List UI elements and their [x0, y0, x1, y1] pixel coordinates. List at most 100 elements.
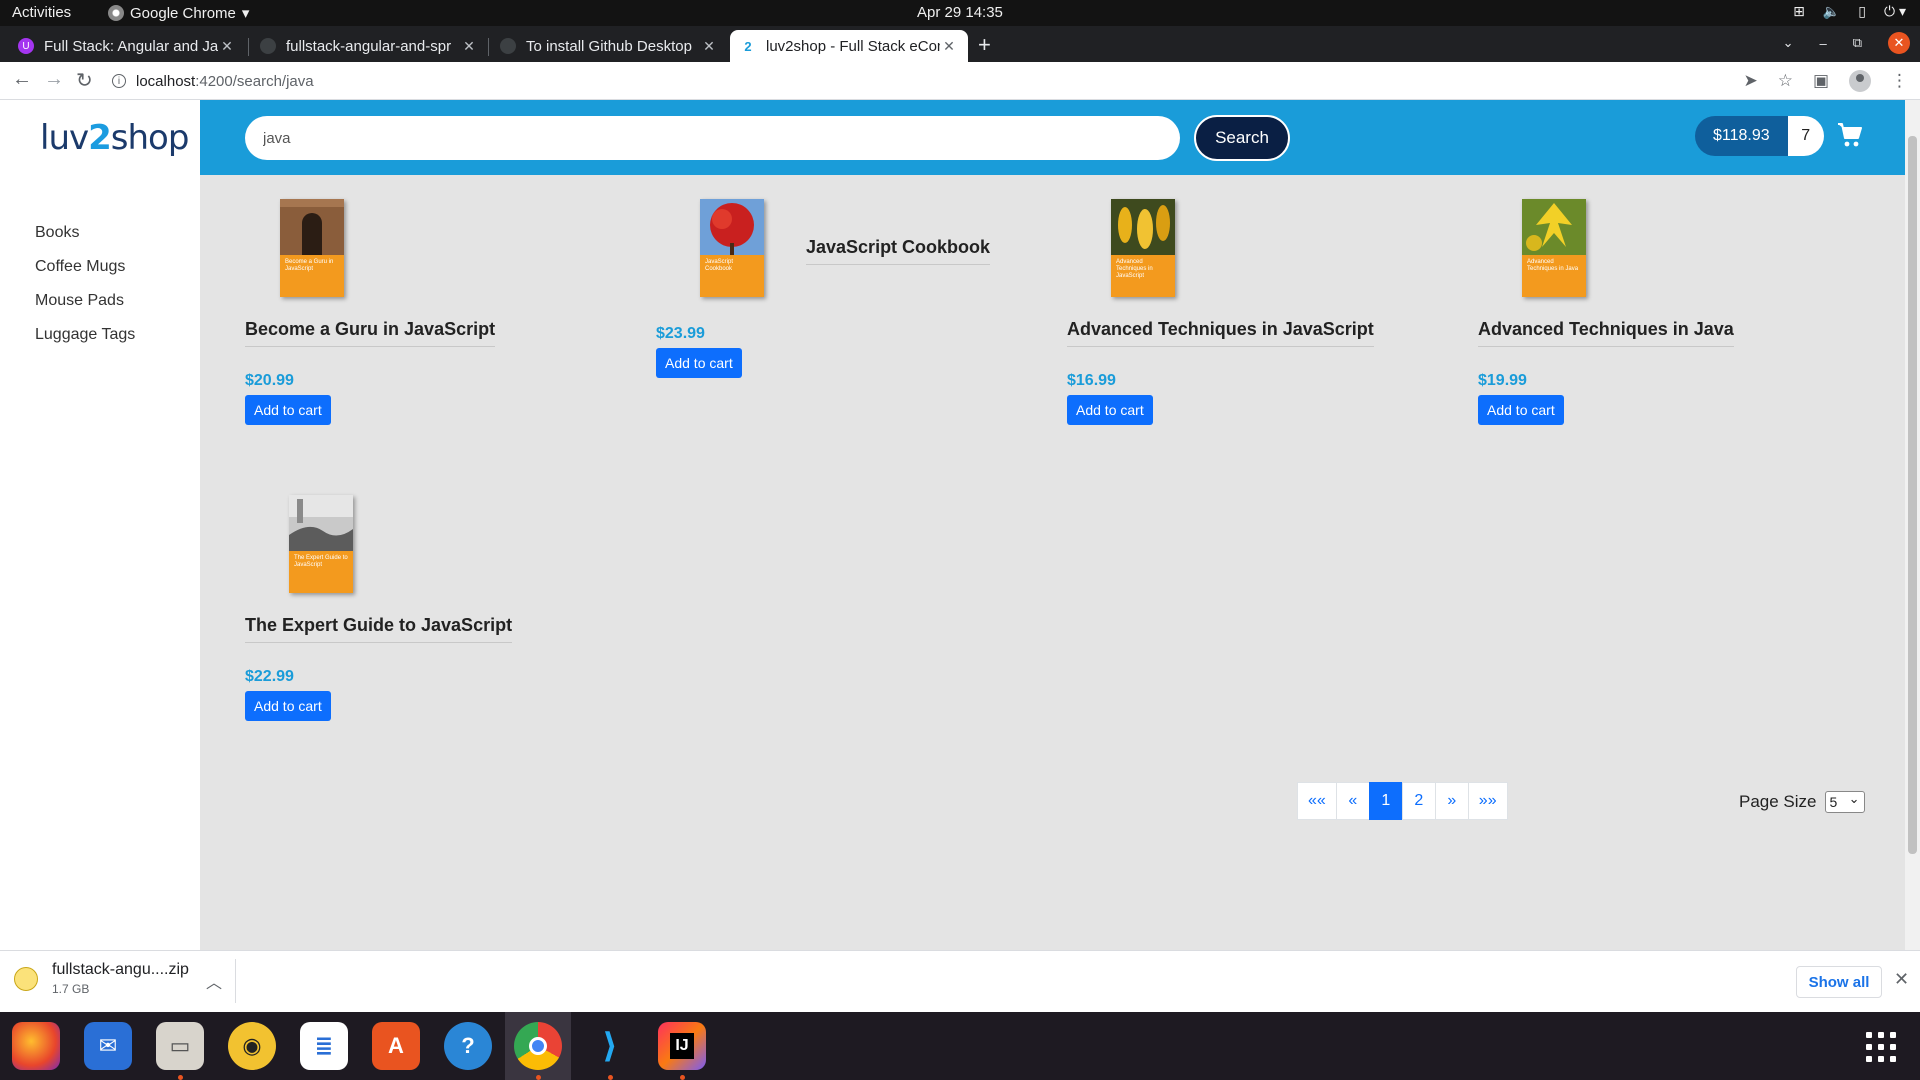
firefox-icon[interactable]	[12, 1022, 60, 1070]
tab-github-desktop[interactable]: To install Github Desktop ✕	[490, 30, 728, 62]
category-menu: Books Coffee Mugs Mouse Pads Luggage Tag…	[35, 216, 135, 352]
profile-avatar-icon[interactable]	[1849, 70, 1871, 92]
github-icon	[260, 38, 276, 54]
last-page-button[interactable]: »»	[1467, 782, 1508, 820]
product-name[interactable]: The Expert Guide to JavaScript	[245, 615, 513, 643]
site-info-icon[interactable]: i	[112, 74, 126, 88]
files-icon[interactable]: ▭	[156, 1022, 204, 1070]
close-shelf-icon[interactable]: ✕	[1894, 969, 1909, 990]
tab-luv2shop[interactable]: 2 luv2shop - Full Stack eCom ✕	[730, 30, 968, 62]
thunderbird-icon[interactable]: ✉	[84, 1022, 132, 1070]
category-mouse-pads[interactable]: Mouse Pads	[35, 284, 135, 318]
add-to-cart-button[interactable]: Add to cart	[245, 395, 331, 425]
rhythmbox-icon[interactable]: ◉	[228, 1022, 276, 1070]
download-item[interactable]: fullstack-angu....zip 1.7 GB	[14, 961, 189, 996]
add-to-cart-button[interactable]: Add to cart	[1478, 395, 1564, 425]
chrome-icon[interactable]	[514, 1022, 562, 1070]
download-file-size: 1.7 GB	[52, 982, 90, 996]
add-to-cart-button[interactable]: Add to cart	[245, 691, 331, 721]
product-price: $20.99	[245, 372, 294, 389]
page-size-select[interactable]: 5	[1824, 789, 1865, 813]
product-name[interactable]: JavaScript Cookbook	[806, 237, 991, 265]
search-button[interactable]: Search	[1194, 115, 1290, 161]
first-page-button[interactable]: ««	[1297, 782, 1337, 820]
tab-search-icon[interactable]: ⌄	[1783, 35, 1794, 51]
help-icon[interactable]: ?	[444, 1022, 492, 1070]
clock[interactable]: Apr 29 14:35	[917, 4, 1003, 21]
back-icon[interactable]: ←	[12, 68, 32, 91]
activities-button[interactable]: Activities	[12, 4, 71, 21]
close-window-icon[interactable]: ✕	[1888, 32, 1910, 54]
product-image[interactable]: Advanced Techniques in JavaScript	[1111, 199, 1175, 297]
toolbar-actions: ➤ ☆ ▣ ⋮	[1743, 70, 1908, 92]
product-name[interactable]: Become a Guru in JavaScript	[245, 319, 496, 347]
system-tray[interactable]: ⊞ 🔈 ▯ ⏻ ▾	[1793, 3, 1906, 20]
kebab-menu-icon[interactable]: ⋮	[1891, 71, 1908, 91]
page-2-button[interactable]: 2	[1401, 782, 1436, 820]
send-icon[interactable]: ➤	[1743, 71, 1757, 91]
logo-text-2: 2	[88, 118, 112, 158]
udemy-icon: U	[18, 38, 34, 54]
add-to-cart-button[interactable]: Add to cart	[1067, 395, 1153, 425]
show-applications-icon[interactable]	[1866, 1032, 1896, 1062]
product-image[interactable]: JavaScript Cookbook	[700, 199, 764, 297]
product-name[interactable]: Advanced Techniques in Java	[1478, 319, 1734, 347]
close-tab-icon[interactable]: ✕	[700, 38, 718, 55]
cart-quantity: 7	[1787, 116, 1824, 156]
category-luggage-tags[interactable]: Luggage Tags	[35, 318, 135, 352]
volume-icon: 🔈	[1822, 3, 1841, 19]
product-image[interactable]: The Expert Guide to JavaScript	[289, 495, 353, 593]
new-tab-icon[interactable]: +	[978, 32, 991, 58]
product-name[interactable]: Advanced Techniques in JavaScript	[1067, 319, 1374, 347]
writer-icon[interactable]: ≣	[300, 1022, 348, 1070]
product-image[interactable]: Advanced Techniques in Java	[1522, 199, 1586, 297]
url-host: localhost	[136, 72, 196, 90]
address-bar[interactable]: i localhost:4200/search/java	[112, 66, 1752, 96]
minimize-icon[interactable]: –	[1819, 36, 1826, 51]
previous-page-button[interactable]: «	[1335, 782, 1370, 820]
tab-udemy[interactable]: U Full Stack: Angular and Ja ✕	[8, 30, 246, 62]
side-panel-icon[interactable]: ▣	[1813, 71, 1829, 91]
caret-down-icon: ▾	[241, 5, 250, 22]
tab-title: To install Github Desktop	[526, 37, 692, 55]
reload-icon[interactable]: ↻	[76, 68, 93, 93]
product-card: Become a Guru in JavaScript Become a Gur…	[245, 199, 496, 425]
cover-title: Advanced Techniques in JavaScript	[1116, 259, 1153, 279]
shopping-cart-icon[interactable]	[1837, 122, 1863, 148]
add-to-cart-button[interactable]: Add to cart	[656, 348, 742, 378]
app-center-icon[interactable]: A	[372, 1022, 420, 1070]
product-list: Become a Guru in JavaScript Become a Gur…	[200, 175, 1905, 950]
grey-landscape-photo	[289, 495, 353, 551]
cart-status[interactable]: $118.93 7	[1695, 116, 1824, 156]
page-size-label: Page Size	[1739, 792, 1817, 811]
bookmark-star-icon[interactable]: ☆	[1778, 71, 1793, 91]
chevron-up-icon[interactable]: ︿	[206, 969, 222, 993]
show-all-downloads-button[interactable]: Show all	[1796, 966, 1882, 998]
running-indicator	[536, 1075, 541, 1080]
product-card: JavaScript Cookbook JavaScript Cookbook …	[656, 199, 991, 378]
next-page-button[interactable]: »	[1434, 782, 1469, 820]
product-image[interactable]: Become a Guru in JavaScript	[280, 199, 344, 297]
yellow-flowers-photo	[1111, 199, 1175, 255]
close-tab-icon[interactable]: ✕	[940, 38, 958, 55]
intellij-icon[interactable]: IJ	[658, 1022, 706, 1070]
forward-icon[interactable]: →	[44, 68, 64, 91]
tab-title: luv2shop - Full Stack eCom	[766, 37, 940, 55]
close-tab-icon[interactable]: ✕	[218, 38, 236, 55]
page-size-control: Page Size 5	[1739, 789, 1865, 813]
category-books[interactable]: Books	[35, 216, 135, 250]
page-1-button[interactable]: 1	[1368, 782, 1403, 820]
category-coffee-mugs[interactable]: Coffee Mugs	[35, 250, 135, 284]
close-tab-icon[interactable]: ✕	[460, 38, 478, 55]
restore-icon[interactable]: ⧉	[1853, 35, 1862, 51]
search-input[interactable]	[245, 116, 1180, 160]
tab-divider	[488, 38, 489, 56]
app-menu[interactable]: Google Chrome ▾	[108, 4, 249, 22]
tab-github-repo[interactable]: fullstack-angular-and-spr ✕	[250, 30, 488, 62]
site-logo[interactable]: luv2shop	[40, 118, 189, 158]
page-scrollbar[interactable]	[1905, 100, 1920, 950]
vscode-icon[interactable]: ⟩	[586, 1022, 634, 1070]
scrollbar-thumb[interactable]	[1908, 136, 1917, 854]
tab-title: fullstack-angular-and-spr	[286, 37, 452, 55]
shelf-divider	[235, 959, 236, 1003]
